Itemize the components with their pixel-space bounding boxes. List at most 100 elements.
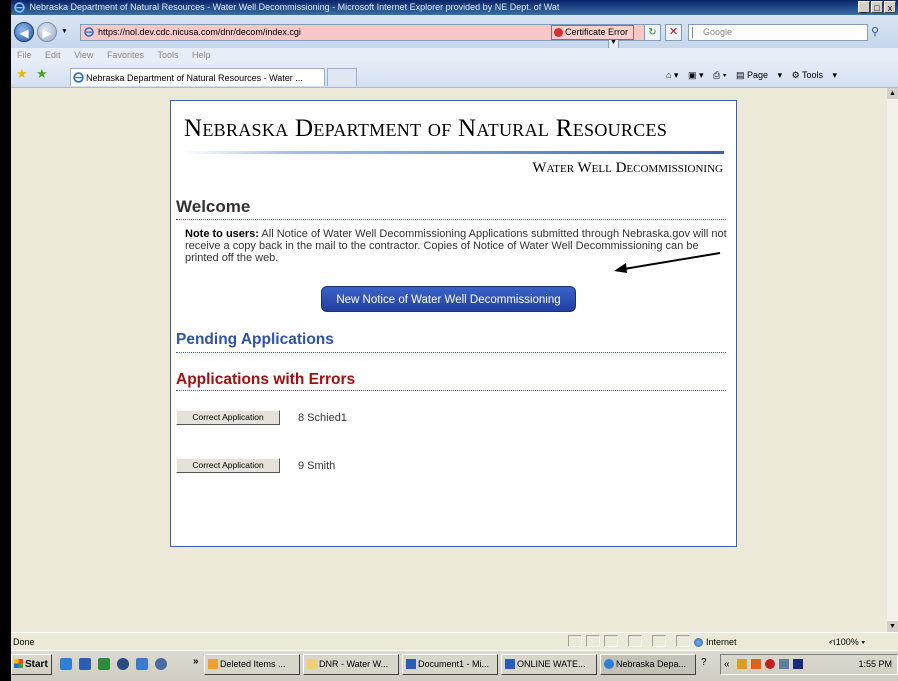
menu-file[interactable]: File bbox=[17, 50, 32, 60]
new-notice-button[interactable]: New Notice of Water Well Decommissioning bbox=[321, 286, 576, 312]
application-name: 9 Smith bbox=[298, 460, 336, 472]
status-cell bbox=[568, 635, 582, 647]
tray-icon[interactable] bbox=[751, 659, 761, 669]
scroll-down-icon[interactable]: ▼ bbox=[887, 621, 898, 632]
mail-icon bbox=[307, 659, 317, 669]
taskbar-item-label: ONLINE WATE... bbox=[517, 659, 586, 669]
page-icon bbox=[84, 27, 94, 37]
shield-error-icon bbox=[554, 28, 563, 37]
feeds-icon[interactable]: ▣ ▾ bbox=[688, 70, 704, 80]
tray-expand-icon[interactable]: « bbox=[724, 655, 730, 674]
word-icon bbox=[505, 659, 515, 669]
minimize-button[interactable]: _ bbox=[858, 1, 870, 13]
taskbar-item[interactable]: Deleted Items ... bbox=[204, 654, 300, 675]
status-cell bbox=[652, 635, 666, 647]
page-container: Nebraska Department of Natural Resources… bbox=[170, 100, 737, 547]
browser-viewport: Nebraska Department of Natural Resources… bbox=[11, 88, 887, 632]
tray-icon[interactable] bbox=[737, 659, 747, 669]
close-button[interactable]: x bbox=[884, 1, 896, 13]
menu-edit[interactable]: Edit bbox=[45, 50, 61, 60]
page-menu[interactable]: ▤ Page ▾ bbox=[736, 70, 782, 80]
page-title: Nebraska Department of Natural Resources bbox=[184, 115, 668, 142]
globe-quicklaunch-icon[interactable] bbox=[117, 658, 129, 670]
tray-icon[interactable] bbox=[793, 659, 803, 669]
page-menu-label: Page bbox=[747, 70, 769, 80]
search-input[interactable]: Google bbox=[688, 24, 868, 41]
menu-tools[interactable]: Tools bbox=[157, 50, 178, 60]
menu-favorites[interactable]: Favorites bbox=[107, 50, 144, 60]
zoom-control[interactable]: ન100% ▾ bbox=[829, 634, 865, 650]
annotation-arrow bbox=[614, 252, 721, 273]
tray-icon[interactable] bbox=[779, 659, 789, 669]
divider bbox=[176, 352, 726, 353]
add-favorites-icon[interactable]: ★ bbox=[36, 66, 48, 82]
history-dropdown-icon[interactable]: ▼ bbox=[61, 28, 68, 35]
application-name: 8 Schied1 bbox=[298, 412, 347, 424]
globe-icon bbox=[694, 638, 703, 648]
applications-with-errors-heading: Applications with Errors bbox=[176, 371, 356, 388]
status-cell bbox=[628, 635, 642, 647]
ie-quicklaunch-icon[interactable] bbox=[60, 658, 72, 670]
taskbar-item-active[interactable]: Nebraska Depa... bbox=[600, 654, 696, 675]
back-button[interactable]: ◀ bbox=[14, 22, 34, 42]
certificate-error-button[interactable]: Certificate Error bbox=[551, 25, 634, 40]
vertical-scrollbar[interactable]: ▲ ▼ bbox=[887, 88, 898, 632]
stop-button[interactable]: ✕ bbox=[665, 24, 682, 41]
maximize-button[interactable]: □ bbox=[871, 1, 883, 13]
status-bar: Done Internet ન100% ▾ bbox=[11, 632, 898, 650]
note-label: Note to users: bbox=[185, 228, 259, 240]
security-zone[interactable]: Internet bbox=[694, 634, 737, 650]
print-icon[interactable]: ⎙ ▾ bbox=[713, 70, 726, 80]
tray-icon[interactable] bbox=[765, 659, 775, 669]
title-bar[interactable]: Nebraska Department of Natural Resources… bbox=[11, 0, 898, 15]
tab-title: Nebraska Department of Natural Resources… bbox=[86, 73, 303, 83]
quicklaunch-chevron[interactable]: » bbox=[193, 656, 199, 667]
tab-bar: ★ ★ Nebraska Department of Natural Resou… bbox=[11, 62, 898, 88]
status-cell bbox=[586, 635, 600, 647]
status-cell bbox=[676, 635, 690, 647]
taskbar-item[interactable]: Document1 - Mi... bbox=[402, 654, 498, 675]
refresh-button[interactable]: ↻ bbox=[644, 24, 661, 41]
taskbar-item-label: Nebraska Depa... bbox=[616, 659, 687, 669]
word-icon bbox=[406, 659, 416, 669]
tools-menu-label: Tools bbox=[802, 70, 824, 80]
screen-edge bbox=[0, 0, 11, 681]
excel-quicklaunch-icon[interactable] bbox=[98, 658, 110, 670]
window-controls: _ □ x bbox=[857, 1, 896, 15]
media-quicklaunch-icon[interactable] bbox=[155, 658, 167, 670]
menu-bar: File Edit View Favorites Tools Help bbox=[11, 48, 898, 62]
status-text: Done bbox=[13, 637, 35, 647]
ie-icon bbox=[604, 659, 614, 669]
search-icon[interactable]: ⚲ bbox=[871, 24, 889, 41]
divider bbox=[176, 219, 726, 220]
start-button[interactable]: Start bbox=[11, 654, 52, 675]
help-icon[interactable]: ? bbox=[701, 657, 707, 668]
new-tab-button[interactable] bbox=[327, 68, 357, 86]
tray-clock: 1:55 PM bbox=[858, 659, 892, 669]
outlook-icon bbox=[208, 659, 218, 669]
favorites-star-icon[interactable]: ★ bbox=[16, 66, 28, 82]
tab-nebraska-dnr[interactable]: Nebraska Department of Natural Resources… bbox=[70, 68, 325, 86]
forward-button[interactable]: ▶ bbox=[37, 22, 57, 42]
menu-view[interactable]: View bbox=[74, 50, 93, 60]
certificate-error-label: Certificate Error bbox=[565, 27, 629, 37]
ie-window: Nebraska Department of Natural Resources… bbox=[11, 0, 898, 681]
address-toolbar: ◀ ▶ ▼ https://nol.dev.cdc.nicusa.com/dnr… bbox=[11, 15, 898, 49]
address-url: https://nol.dev.cdc.nicusa.com/dnr/decom… bbox=[98, 27, 301, 37]
app-quicklaunch-icon[interactable] bbox=[136, 658, 148, 670]
home-icon[interactable]: ⌂ ▾ bbox=[666, 70, 678, 80]
scroll-up-icon[interactable]: ▲ bbox=[887, 88, 898, 99]
window-title: Nebraska Department of Natural Resources… bbox=[29, 2, 560, 12]
welcome-heading: Welcome bbox=[176, 197, 251, 216]
menu-help[interactable]: Help bbox=[192, 50, 211, 60]
correct-application-button[interactable]: Correct Application bbox=[176, 458, 280, 473]
correct-application-button[interactable]: Correct Application bbox=[176, 410, 280, 425]
zoom-level: ન100% bbox=[829, 637, 859, 647]
system-tray: « 1:55 PM bbox=[720, 654, 898, 675]
taskbar-item[interactable]: DNR - Water W... bbox=[303, 654, 399, 675]
word-quicklaunch-icon[interactable] bbox=[79, 658, 91, 670]
windows-flag-icon bbox=[14, 659, 23, 668]
tools-menu[interactable]: ⚙ Tools ▾ bbox=[792, 70, 837, 80]
taskbar-item[interactable]: ONLINE WATE... bbox=[501, 654, 597, 675]
zone-label: Internet bbox=[706, 637, 737, 647]
